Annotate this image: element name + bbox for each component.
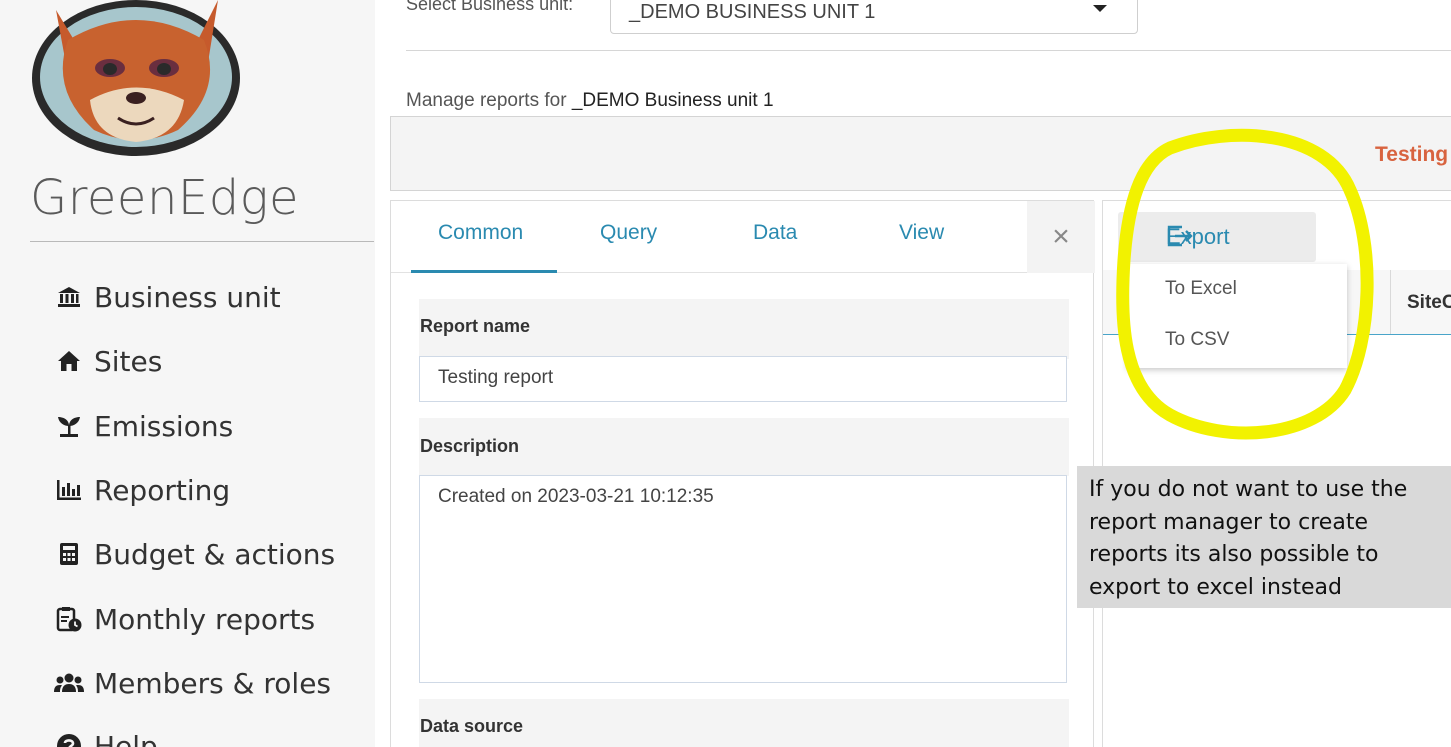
report-title: Testing report: [1375, 143, 1451, 166]
manage-reports-prefix: Manage reports for: [406, 90, 567, 111]
clipboard-clock-icon: [54, 604, 84, 634]
sidebar-item-members-roles[interactable]: Members & roles: [54, 661, 331, 705]
editor-tabs: Common Query Data View ×: [391, 201, 1095, 273]
seedling-icon: [54, 411, 84, 441]
tab-view[interactable]: View: [899, 221, 944, 245]
users-icon: [54, 668, 84, 698]
chevron-down-icon: [1093, 5, 1107, 12]
bank-icon: [54, 282, 84, 312]
sidebar-item-label: Business unit: [94, 280, 281, 314]
sidebar-item-budget-actions[interactable]: Budget & actions: [54, 532, 335, 576]
sidebar: GreenEdge Business unit Sites Emissions: [0, 0, 375, 747]
export-icon: [1167, 225, 1193, 247]
business-unit-select[interactable]: _DEMO BUSINESS UNIT 1: [610, 0, 1138, 34]
sidebar-item-label: Monthly reports: [94, 602, 316, 636]
brand-name: GreenEdge: [30, 170, 299, 226]
tab-common[interactable]: Common: [438, 221, 523, 245]
report-editor-panel: Common Query Data View × Report name Tes…: [390, 200, 1095, 747]
description-label: Description: [420, 436, 520, 456]
help-icon: [54, 731, 84, 747]
app-window: GreenEdge Business unit Sites Emissions: [0, 0, 1451, 747]
sidebar-item-sites[interactable]: Sites: [54, 339, 162, 383]
menu-item-to-csv[interactable]: To CSV: [1165, 329, 1229, 351]
annotation-callout: If you do not want to use the report man…: [1077, 466, 1451, 608]
tab-query[interactable]: Query: [600, 221, 657, 245]
export-menu: To Excel To CSV: [1127, 264, 1347, 368]
calculator-icon: [54, 539, 84, 569]
grid-column-header[interactable]: SiteC: [1407, 292, 1451, 314]
data-source-label: Data source: [420, 716, 524, 736]
sidebar-item-label: Emissions: [94, 409, 234, 443]
report-name-input[interactable]: Testing report: [419, 356, 1067, 402]
business-unit-value: _DEMO BUSINESS UNIT 1: [629, 1, 876, 23]
manage-reports-heading: Manage reports for _DEMO Business unit 1: [406, 90, 774, 112]
home-icon: [54, 346, 84, 376]
header-divider: [406, 50, 1451, 51]
fox-logo: [32, 0, 240, 156]
sidebar-item-reporting[interactable]: Reporting: [54, 468, 230, 512]
sidebar-item-label: Sites: [94, 344, 163, 378]
report-title-bar: Testing report: [390, 116, 1451, 191]
bar-chart-icon: [54, 475, 84, 505]
sidebar-item-emissions[interactable]: Emissions: [54, 404, 233, 448]
menu-item-to-excel[interactable]: To Excel: [1165, 278, 1237, 300]
sidebar-item-label: Help: [94, 729, 158, 747]
sidebar-item-business-unit[interactable]: Business unit: [54, 275, 281, 319]
tab-data[interactable]: Data: [753, 221, 797, 245]
sidebar-item-label: Budget & actions: [94, 537, 336, 571]
grid-column-divider: [1390, 270, 1391, 334]
active-tab-indicator: [411, 270, 557, 273]
report-name-label: Report name: [420, 316, 531, 336]
sidebar-item-label: Members & roles: [94, 666, 332, 700]
manage-reports-unit: _DEMO Business unit 1: [571, 90, 774, 111]
brand-divider: [30, 241, 374, 242]
business-unit-label: Select Business unit:: [406, 0, 574, 14]
sidebar-item-label: Reporting: [94, 473, 231, 507]
description-textarea[interactable]: Created on 2023-03-21 10:12:35: [419, 475, 1067, 683]
sidebar-item-help[interactable]: Help: [54, 724, 158, 747]
sidebar-item-monthly-reports[interactable]: Monthly reports: [54, 597, 315, 641]
export-button[interactable]: Export: [1118, 212, 1316, 262]
close-icon[interactable]: ×: [1027, 201, 1095, 273]
